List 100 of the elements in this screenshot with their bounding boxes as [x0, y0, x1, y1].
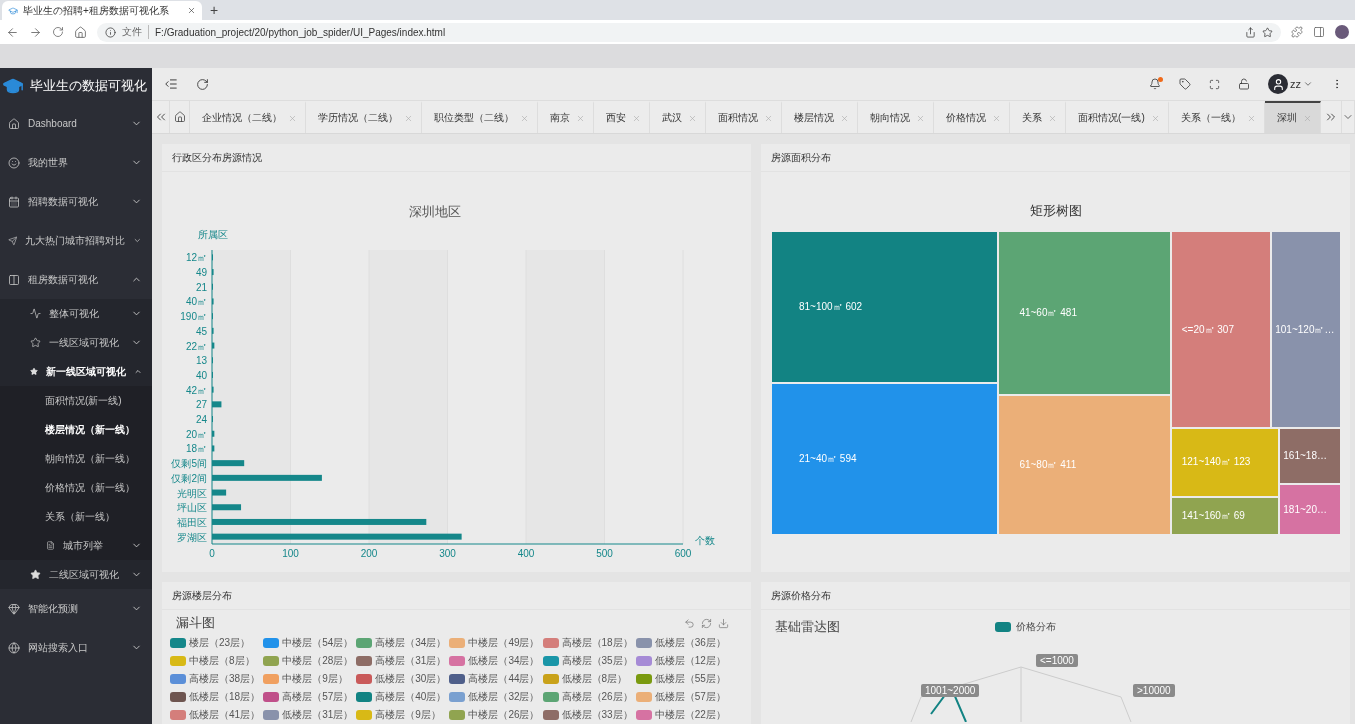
close-icon	[916, 113, 926, 123]
side-panel-icon	[1313, 26, 1325, 38]
star-icon	[30, 366, 38, 377]
axis-label: 21	[195, 281, 207, 293]
close-icon	[288, 113, 298, 123]
legend-item[interactable]: 低楼层（34层）	[449, 654, 540, 668]
legend-item[interactable]: 高楼层（26层）	[542, 690, 633, 704]
sidebar-menu-item[interactable]: 租房数据可视化	[0, 260, 152, 299]
user-avatar[interactable]	[1268, 74, 1288, 94]
sidebar-submenu-item[interactable]: 城市列举	[0, 531, 152, 560]
close-icon	[688, 113, 698, 123]
sidebar-menu-item[interactable]: 我的世界	[0, 143, 152, 182]
graduation-cap-icon	[8, 5, 18, 16]
page-tab[interactable]: 深圳	[1264, 101, 1321, 133]
sidebar-submenu-item[interactable]: 整体可视化	[0, 299, 152, 328]
legend-item[interactable]: 低楼层（12层）	[635, 654, 726, 668]
page-tab[interactable]: 面积情况	[706, 101, 783, 133]
axis-label: 49	[195, 267, 207, 279]
close-icon	[764, 113, 774, 123]
sidebar-menu-item[interactable]: 九大热门城市招聘对比	[0, 221, 152, 260]
legend-item[interactable]: 中楼层（28层）	[263, 654, 354, 668]
axis-label: 1001~2000	[921, 684, 980, 697]
puzzle-icon	[1291, 26, 1303, 38]
legend-item[interactable]: 中楼层（54层）	[263, 636, 354, 650]
page-tab[interactable]: 职位类型（二线）	[422, 101, 539, 133]
legend-item[interactable]: 低楼层（30层）	[356, 672, 447, 686]
legend-item[interactable]: 高楼层（18层）	[542, 636, 633, 650]
page-tab[interactable]: 武汉	[650, 101, 707, 133]
home-icon	[8, 117, 20, 130]
tick-label: 300	[439, 548, 456, 559]
star-icon	[30, 569, 41, 580]
tag-icon	[1179, 78, 1191, 90]
reload-icon	[52, 26, 64, 38]
legend-item[interactable]: 中楼层（9层）	[263, 672, 354, 686]
caret-icon	[1303, 79, 1313, 89]
sidebar-link[interactable]: 楼层情况（新一线）	[0, 415, 152, 444]
legend-item[interactable]: 高楼层（31层）	[356, 654, 447, 668]
close-icon	[840, 113, 850, 123]
tick-label: 0	[209, 548, 215, 559]
close-icon	[187, 6, 196, 15]
legend-item[interactable]: 高楼层（44层）	[449, 672, 540, 686]
legend-item[interactable]: 低楼层（33层）	[542, 708, 633, 722]
legend-item[interactable]: 高楼层（40层）	[356, 690, 447, 704]
legend-item[interactable]: 高楼层（9层）	[356, 708, 447, 722]
browser-tab[interactable]: 毕业生の招聘+租房数据可视化系	[2, 1, 202, 20]
close-icon	[632, 113, 642, 123]
sidebar-link[interactable]: 关系（新一线）	[0, 502, 152, 531]
user-name[interactable]: zz	[1290, 78, 1301, 90]
page-tab[interactable]: 面积情况(一线)	[1066, 101, 1169, 133]
page-tab[interactable]: 学历情况（二线）	[306, 101, 423, 133]
axis-label: 42㎡	[185, 384, 207, 396]
legend-item[interactable]: 低楼层（8层）	[542, 672, 633, 686]
legend-item[interactable]: 楼层（23层）	[170, 636, 261, 650]
legend-item[interactable]: 低楼层（18层）	[170, 690, 261, 704]
page-tab[interactable]: 企业情况（二线）	[190, 101, 307, 133]
axis-title: 所属区	[198, 229, 228, 240]
legend-item[interactable]: 中楼层（26层）	[449, 708, 540, 722]
legend-item[interactable]: 低楼层（55层）	[635, 672, 726, 686]
sidebar-menu-item[interactable]: 招聘数据可视化	[0, 182, 152, 221]
page-tab[interactable]: 朝向情况	[858, 101, 935, 133]
legend-item[interactable]: 高楼层（57层）	[263, 690, 354, 704]
calendar-icon	[8, 195, 20, 208]
pulse-icon	[30, 308, 41, 319]
treemap-cell: 81~100㎡ 602	[772, 232, 998, 382]
legend-item[interactable]: 高楼层（38层）	[170, 672, 261, 686]
page-tab[interactable]: 西安	[594, 101, 651, 133]
axis-label: >10000	[1133, 684, 1175, 697]
page-tab[interactable]: 价格情况	[934, 101, 1011, 133]
page-tab[interactable]: 楼层情况	[782, 101, 859, 133]
axis-label: 27	[195, 399, 207, 411]
sidebar-submenu-item[interactable]: 一线区域可视化	[0, 328, 152, 357]
chart-title: 深圳地区	[409, 204, 461, 219]
legend-item[interactable]: 低楼层（32层）	[449, 690, 540, 704]
sidebar-menu-item[interactable]: Dashboard	[0, 104, 152, 143]
legend-item[interactable]: 中楼层（8层）	[170, 654, 261, 668]
legend-item[interactable]: 高楼层（35层）	[542, 654, 633, 668]
sidebar-submenu-item[interactable]: 新一线区域可视化	[0, 357, 152, 386]
legend-item[interactable]: 低楼层（41层）	[170, 708, 261, 722]
bar	[212, 430, 215, 437]
sidebar-menu-item[interactable]: 智能化预测	[0, 589, 152, 628]
new-tab-button[interactable]: +	[210, 2, 219, 20]
sidebar-link[interactable]: 朝向情况（新一线）	[0, 444, 152, 473]
sidebar-submenu-item[interactable]: 二线区域可视化	[0, 560, 152, 589]
legend-item[interactable]: 高楼层（34层）	[356, 636, 447, 650]
menu-icon	[164, 77, 178, 91]
page-tab[interactable]: 南京	[538, 101, 595, 133]
page-tab[interactable]: 关系	[1010, 101, 1067, 133]
profile-avatar[interactable]	[1335, 25, 1349, 39]
sidebar-link[interactable]: 面积情况(新一线)	[0, 386, 152, 415]
legend-item[interactable]: 低楼层（31层）	[263, 708, 354, 722]
legend-item[interactable]: 低楼层（36层）	[635, 636, 726, 650]
legend-item[interactable]: 中楼层（22层）	[635, 708, 726, 722]
legend-item[interactable]: 中楼层（49层）	[449, 636, 540, 650]
page-tab[interactable]: 关系（一线）	[1168, 101, 1265, 133]
sidebar-link[interactable]: 价格情况（新一线）	[0, 473, 152, 502]
legend-item[interactable]: 低楼层（57层）	[635, 690, 726, 704]
axis-label: 22㎡	[185, 340, 207, 352]
axis-label: 40	[195, 369, 207, 381]
sidebar-menu-item[interactable]: 网站搜索入口	[0, 628, 152, 667]
address-bar[interactable]: 文件 F:/Graduation_project/20/python_job_spider/UI_Pages/index.html	[97, 22, 1281, 42]
